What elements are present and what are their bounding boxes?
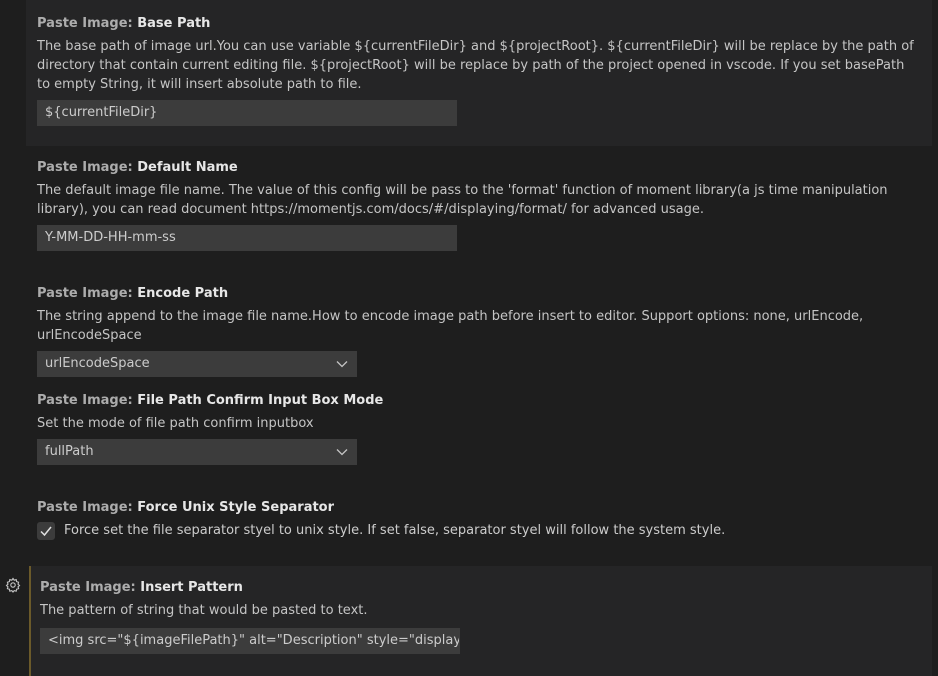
setting-category: Paste Image: <box>37 393 138 408</box>
setting-category: Paste Image: <box>37 160 138 175</box>
default-name-input[interactable]: Y-MM-DD-HH-mm-ss <box>37 225 457 251</box>
setting-name: Default Name <box>137 160 238 175</box>
encode-path-select[interactable]: urlEncodeSpace <box>37 351 357 377</box>
setting-description: The pattern of string that would be past… <box>40 603 368 618</box>
setting-title: Paste Image: Encode Path <box>37 285 932 303</box>
setting-title: Paste Image: Insert Pattern <box>40 579 932 597</box>
setting-category: Paste Image: <box>37 500 138 515</box>
setting-category: Paste Image: <box>37 16 138 31</box>
check-icon <box>40 526 52 536</box>
select-value: urlEncodeSpace <box>45 356 150 371</box>
setting-title: Paste Image: File Path Confirm Input Box… <box>37 392 932 410</box>
chevron-down-icon <box>336 361 348 368</box>
setting-description: Force set the file separator styel to un… <box>64 523 726 538</box>
chevron-down-icon <box>336 449 348 456</box>
insert-pattern-input[interactable]: <img src="${imageFilePath}" alt="Descrip… <box>40 628 460 654</box>
setting-force-unix-separator: Paste Image: Force Unix Style Separator … <box>26 499 932 540</box>
base-path-input[interactable]: ${currentFileDir} <box>37 100 457 126</box>
setting-name: File Path Confirm Input Box Mode <box>137 393 384 408</box>
setting-name: Base Path <box>137 16 211 31</box>
setting-title: Paste Image: Base Path <box>37 15 932 33</box>
setting-insert-pattern: Paste Image: Insert Pattern The pattern … <box>29 566 932 676</box>
setting-description: The default image file name. The value o… <box>37 183 888 217</box>
setting-category: Paste Image: <box>40 580 141 595</box>
setting-base-path: Paste Image: Base Path The base path of … <box>26 0 932 146</box>
setting-name: Insert Pattern <box>140 580 243 595</box>
setting-title: Paste Image: Force Unix Style Separator <box>37 499 932 517</box>
checkbox-row: Force set the file separator styel to un… <box>37 521 932 540</box>
setting-file-path-confirm-mode: Paste Image: File Path Confirm Input Box… <box>26 392 932 465</box>
setting-description: Set the mode of file path confirm inputb… <box>37 416 314 431</box>
setting-description: The base path of image url.You can use v… <box>37 39 914 92</box>
gear-icon[interactable] <box>5 577 21 593</box>
setting-name: Force Unix Style Separator <box>137 500 335 515</box>
force-unix-checkbox[interactable] <box>37 521 55 540</box>
select-value: fullPath <box>45 444 94 459</box>
setting-category: Paste Image: <box>37 286 138 301</box>
setting-name: Encode Path <box>137 286 229 301</box>
setting-description: The string append to the image file name… <box>37 309 864 343</box>
setting-title: Paste Image: Default Name <box>37 159 932 177</box>
setting-default-name: Paste Image: Default Name The default im… <box>26 159 932 251</box>
setting-encode-path: Paste Image: Encode Path The string appe… <box>26 285 932 377</box>
file-path-mode-select[interactable]: fullPath <box>37 439 357 465</box>
